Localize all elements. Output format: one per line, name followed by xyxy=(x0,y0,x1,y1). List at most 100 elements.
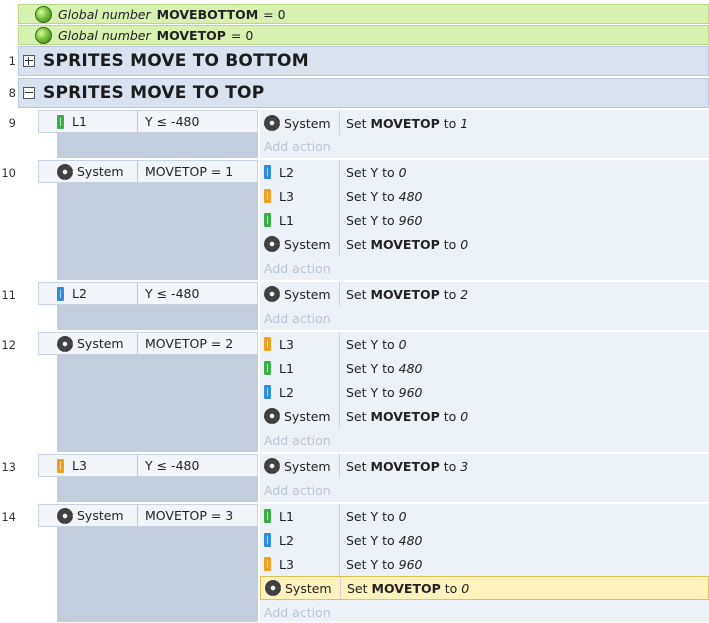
action-object: L1 xyxy=(279,508,294,524)
action-object: System xyxy=(285,580,332,596)
gear-icon xyxy=(264,458,280,474)
line-number: 12 xyxy=(1,338,16,352)
action[interactable]: L2 Set Y to 480 xyxy=(260,528,709,552)
condition-object: L2 xyxy=(72,286,87,301)
add-action-link[interactable]: Add action xyxy=(264,307,331,329)
sprite-blue-icon xyxy=(264,165,271,179)
gear-icon xyxy=(264,236,280,252)
gear-icon xyxy=(265,580,281,596)
globe-icon xyxy=(35,26,52,44)
add-action-link[interactable]: Add action xyxy=(264,601,331,623)
event-group[interactable]: SPRITES MOVE TO BOTTOM xyxy=(18,46,709,76)
event-group[interactable]: SPRITES MOVE TO TOP xyxy=(18,78,709,108)
group-title: SPRITES MOVE TO BOTTOM xyxy=(43,51,309,71)
action-text: Set MOVETOP to 0 xyxy=(347,580,470,596)
action-object: L3 xyxy=(279,336,294,352)
sprite-green-icon xyxy=(264,361,271,375)
action[interactable]: L2 Set Y to 0 xyxy=(260,160,709,184)
action-object: L3 xyxy=(279,556,294,572)
action[interactable]: System Set MOVETOP to 3 xyxy=(260,454,709,478)
action-object: L2 xyxy=(279,532,294,548)
action-text: Set MOVETOP to 2 xyxy=(346,286,469,302)
collapse-icon[interactable] xyxy=(23,87,35,99)
action-text: Set Y to 960 xyxy=(346,384,423,400)
condition-text: MOVETOP = 3 xyxy=(145,508,234,523)
action-text: Set Y to 480 xyxy=(346,360,423,376)
line-number: 8 xyxy=(8,86,16,100)
sprite-orange-icon xyxy=(264,337,271,351)
action-text: Set Y to 0 xyxy=(346,164,407,180)
action[interactable]: L3 Set Y to 0 xyxy=(260,332,709,356)
action[interactable]: System Set MOVETOP to 1 xyxy=(260,111,709,135)
global-type-label: Global number xyxy=(58,6,151,22)
gear-icon xyxy=(57,335,73,352)
gear-icon xyxy=(57,507,73,524)
gear-icon xyxy=(264,286,280,302)
add-action-link[interactable]: Add action xyxy=(264,429,331,451)
action-text: Set MOVETOP to 1 xyxy=(346,115,469,131)
add-action-link[interactable]: Add action xyxy=(264,479,331,501)
line-number: 14 xyxy=(1,510,16,524)
global-type-label: Global number xyxy=(58,27,151,43)
global-variable-name: MOVETOP xyxy=(156,27,226,43)
line-number: 1 xyxy=(8,54,16,68)
sprite-orange-icon xyxy=(264,189,271,203)
global-variable-row[interactable]: Global number MOVEBOTTOM = 0 xyxy=(18,4,709,24)
sprite-blue-icon xyxy=(264,533,271,547)
action[interactable]: System Set MOVETOP to 0 xyxy=(260,404,709,428)
action[interactable]: L3 Set Y to 960 xyxy=(260,552,709,576)
condition[interactable]: System MOVETOP = 3 xyxy=(38,504,258,527)
condition[interactable]: L3 Y ≤ -480 xyxy=(38,454,258,477)
action-selected[interactable]: System Set MOVETOP to 0 xyxy=(260,576,709,600)
action-text: Set Y to 0 xyxy=(346,336,407,352)
action-text: Set Y to 480 xyxy=(346,532,423,548)
sprite-blue-icon xyxy=(264,385,271,399)
action-object: L2 xyxy=(279,384,294,400)
condition[interactable]: L2 Y ≤ -480 xyxy=(38,282,258,305)
global-variable-value: = 0 xyxy=(230,27,254,43)
action-object: System xyxy=(284,458,331,474)
sprite-green-icon xyxy=(264,509,271,523)
condition-object: System xyxy=(77,164,124,179)
gear-icon xyxy=(57,163,73,180)
line-number: 11 xyxy=(1,288,16,302)
condition-text: Y ≤ -480 xyxy=(145,458,200,473)
condition-text: Y ≤ -480 xyxy=(145,286,200,301)
condition-text: MOVETOP = 1 xyxy=(145,164,234,179)
condition-object: System xyxy=(77,508,124,523)
condition[interactable]: L1 Y ≤ -480 xyxy=(38,110,258,133)
action-object: L3 xyxy=(279,188,294,204)
action-text: Set Y to 960 xyxy=(346,212,423,228)
gear-icon xyxy=(264,115,280,131)
sprite-orange-icon xyxy=(57,458,64,473)
add-action-link[interactable]: Add action xyxy=(264,257,331,279)
condition-object: L1 xyxy=(72,114,87,129)
action-text: Set Y to 0 xyxy=(346,508,407,524)
condition[interactable]: System MOVETOP = 2 xyxy=(38,332,258,355)
condition-object: L3 xyxy=(72,458,87,473)
action[interactable]: System Set MOVETOP to 2 xyxy=(260,282,709,306)
action[interactable]: System Set MOVETOP to 0 xyxy=(260,232,709,256)
action[interactable]: L1 Set Y to 0 xyxy=(260,504,709,528)
global-variable-value: = 0 xyxy=(263,6,286,22)
condition-object: System xyxy=(77,336,124,351)
condition-text: Y ≤ -480 xyxy=(145,114,200,129)
line-number: 13 xyxy=(1,460,16,474)
group-title: SPRITES MOVE TO TOP xyxy=(43,83,265,103)
expand-icon[interactable] xyxy=(23,55,35,67)
line-number: 9 xyxy=(8,116,16,130)
action[interactable]: L1 Set Y to 960 xyxy=(260,208,709,232)
sprite-green-icon xyxy=(57,114,64,129)
action-object: System xyxy=(284,236,331,252)
action[interactable]: L2 Set Y to 960 xyxy=(260,380,709,404)
condition[interactable]: System MOVETOP = 1 xyxy=(38,160,258,183)
action[interactable]: L1 Set Y to 480 xyxy=(260,356,709,380)
action[interactable]: L3 Set Y to 480 xyxy=(260,184,709,208)
add-action-link[interactable]: Add action xyxy=(264,135,331,157)
sprite-blue-icon xyxy=(57,286,64,301)
action-object: System xyxy=(284,115,331,131)
global-variable-row[interactable]: Global number MOVETOP = 0 xyxy=(18,25,709,45)
action-object: System xyxy=(284,408,331,424)
action-text: Set MOVETOP to 3 xyxy=(346,458,469,474)
global-variable-name: MOVEBOTTOM xyxy=(156,6,259,22)
